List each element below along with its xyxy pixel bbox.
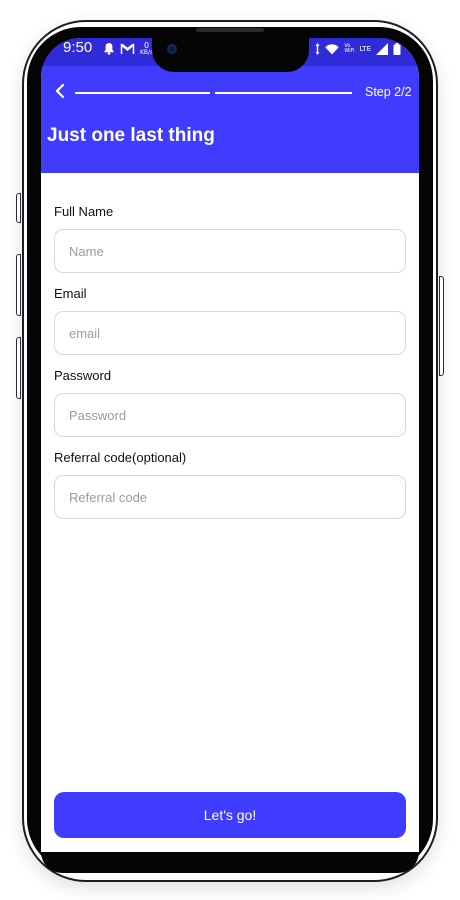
- status-icons-left: 0 KB/s: [103, 39, 153, 59]
- volume-down-button: [16, 337, 21, 399]
- mute-switch: [16, 193, 21, 223]
- password-input[interactable]: [54, 393, 406, 437]
- email-label: Email: [54, 286, 87, 301]
- volume-up-button: [16, 254, 21, 316]
- lets-go-button[interactable]: Let's go!: [54, 792, 406, 838]
- app-screen: 9:50 0 KB/s Vo WiFi LTE Step 2/2 Just on…: [41, 38, 419, 852]
- status-time: 9:50: [63, 39, 93, 56]
- chevron-left-icon: [55, 83, 65, 103]
- notification-bell-icon: [103, 40, 115, 59]
- battery-icon: [393, 40, 401, 59]
- email-input[interactable]: [54, 311, 406, 355]
- full-name-input[interactable]: [54, 229, 406, 273]
- back-button[interactable]: [49, 82, 71, 104]
- front-camera-icon: [167, 44, 177, 54]
- power-button: [439, 276, 444, 376]
- vibrate-icon: [315, 40, 320, 59]
- signal-icon: [376, 40, 388, 59]
- wifi-icon: [325, 40, 340, 59]
- lte-label: LTE: [359, 45, 371, 53]
- full-name-label: Full Name: [54, 204, 114, 219]
- referral-code-label: Referral code(optional): [54, 450, 187, 465]
- bottom-bezel: [41, 852, 419, 873]
- status-icons-right: Vo WiFi LTE: [315, 40, 401, 58]
- vowifi-label: Vo WiFi: [344, 43, 355, 54]
- earpiece-speaker: [196, 28, 264, 32]
- page-title: Just one last thing: [47, 125, 215, 146]
- gmail-icon: [120, 40, 135, 59]
- password-label: Password: [54, 368, 112, 383]
- step-indicator: Step 2/2: [365, 85, 412, 99]
- progress-step-1: [75, 92, 210, 94]
- referral-code-input[interactable]: [54, 475, 406, 519]
- progress-step-2: [215, 92, 352, 94]
